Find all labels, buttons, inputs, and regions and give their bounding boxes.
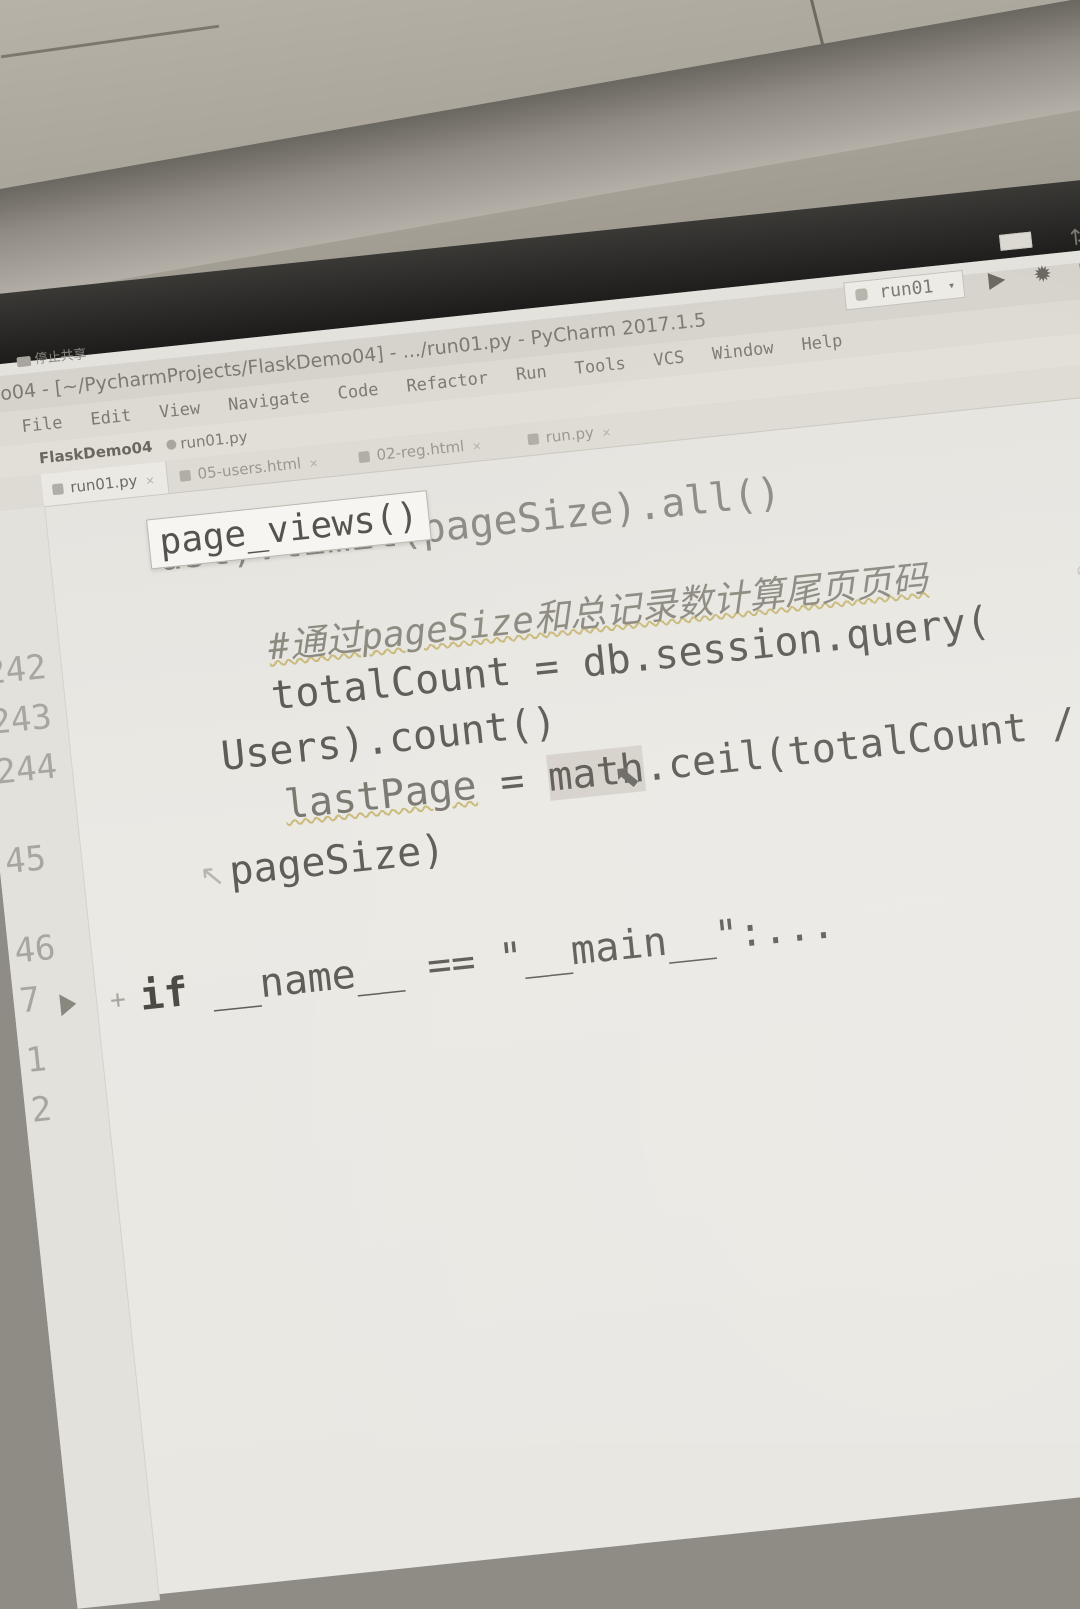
close-icon[interactable]: × (308, 456, 319, 470)
code-line-244b: pageSize) (226, 826, 448, 895)
sync-icon[interactable]: ⇅ (1068, 220, 1080, 258)
menu-tools[interactable]: Tools (574, 354, 627, 379)
python-config-icon (854, 288, 869, 302)
run-config-select[interactable]: run01 ▾ (843, 269, 966, 311)
menu-code[interactable]: Code (337, 380, 380, 404)
mouse-pointer-icon: ⬉ (611, 755, 643, 797)
pycharm-window: emo04 - [~/PycharmProjects/FlaskDemo04] … (0, 225, 1080, 1609)
tab-label: 05-users.html (196, 454, 302, 483)
chevron-down-icon: ▾ (947, 277, 956, 293)
edit-pencil-icon: ✎ (1073, 556, 1080, 597)
line-number: 243 (0, 696, 54, 743)
code-line-main: if __name__ == "__main__":... (138, 901, 837, 1020)
close-icon[interactable]: × (601, 426, 612, 440)
screen-share-icon (16, 355, 32, 367)
line-number: 2 (29, 1088, 54, 1131)
main-guard: __name__ == "__main__":... (185, 901, 837, 1015)
menu-help[interactable]: Help (801, 331, 844, 355)
python-file-icon (51, 483, 64, 496)
share-label: 停止共享 (33, 347, 88, 368)
breadcrumb-file-label: run01.py (179, 427, 249, 453)
run-gutter-arrow-icon[interactable] (59, 992, 78, 1017)
menu-view[interactable]: View (158, 398, 201, 422)
menu-vcs[interactable]: VCS (653, 348, 686, 371)
python-file-icon (165, 439, 177, 451)
line-number: 45 (3, 838, 48, 883)
code-editor[interactable]: 242 243 244 45 46 7 1 2 ust).limit(pageS… (0, 383, 1080, 1609)
run-icon[interactable]: ▶ (982, 261, 1012, 300)
menu-window[interactable]: Window (711, 338, 774, 364)
html-file-icon (179, 469, 192, 482)
projector-screen: emo04 - [~/PycharmProjects/FlaskDemo04] … (0, 168, 1080, 1609)
share-indicator[interactable]: 停止共享 (15, 337, 88, 380)
tab-label: 02-reg.html (375, 437, 466, 465)
menu-run[interactable]: Run (515, 362, 548, 385)
line-number: 46 (12, 927, 58, 972)
assign-operator: = (473, 755, 551, 809)
run-config-label: run01 (878, 276, 935, 303)
close-icon[interactable]: × (472, 439, 483, 453)
window-thumbnail-icon[interactable] (999, 231, 1033, 251)
menu-refactor[interactable]: Refactor (406, 368, 490, 396)
debug-icon[interactable]: ✹ (1028, 256, 1058, 295)
close-icon[interactable]: × (145, 474, 156, 488)
fold-expand-icon[interactable]: + (109, 984, 128, 1015)
line-number: 244 (0, 746, 59, 793)
python-file-icon (527, 433, 540, 446)
menu-file[interactable]: File (21, 413, 64, 437)
html-file-icon (358, 450, 371, 464)
ceil-call: .ceil(totalCount / (641, 699, 1078, 791)
line-number: 242 (0, 647, 49, 694)
line-number: 7 (17, 979, 43, 1022)
tab-label: run01.py (69, 471, 139, 497)
line-number: 1 (23, 1039, 49, 1082)
soft-wrap-icon: ↖ (197, 857, 227, 895)
keyword-if: if (137, 969, 191, 1020)
tab-label: run.py (544, 423, 595, 447)
menu-navigate[interactable]: Navigate (227, 387, 311, 415)
menu-edit[interactable]: Edit (90, 406, 133, 430)
variable-lastpage: lastPage (282, 762, 479, 829)
